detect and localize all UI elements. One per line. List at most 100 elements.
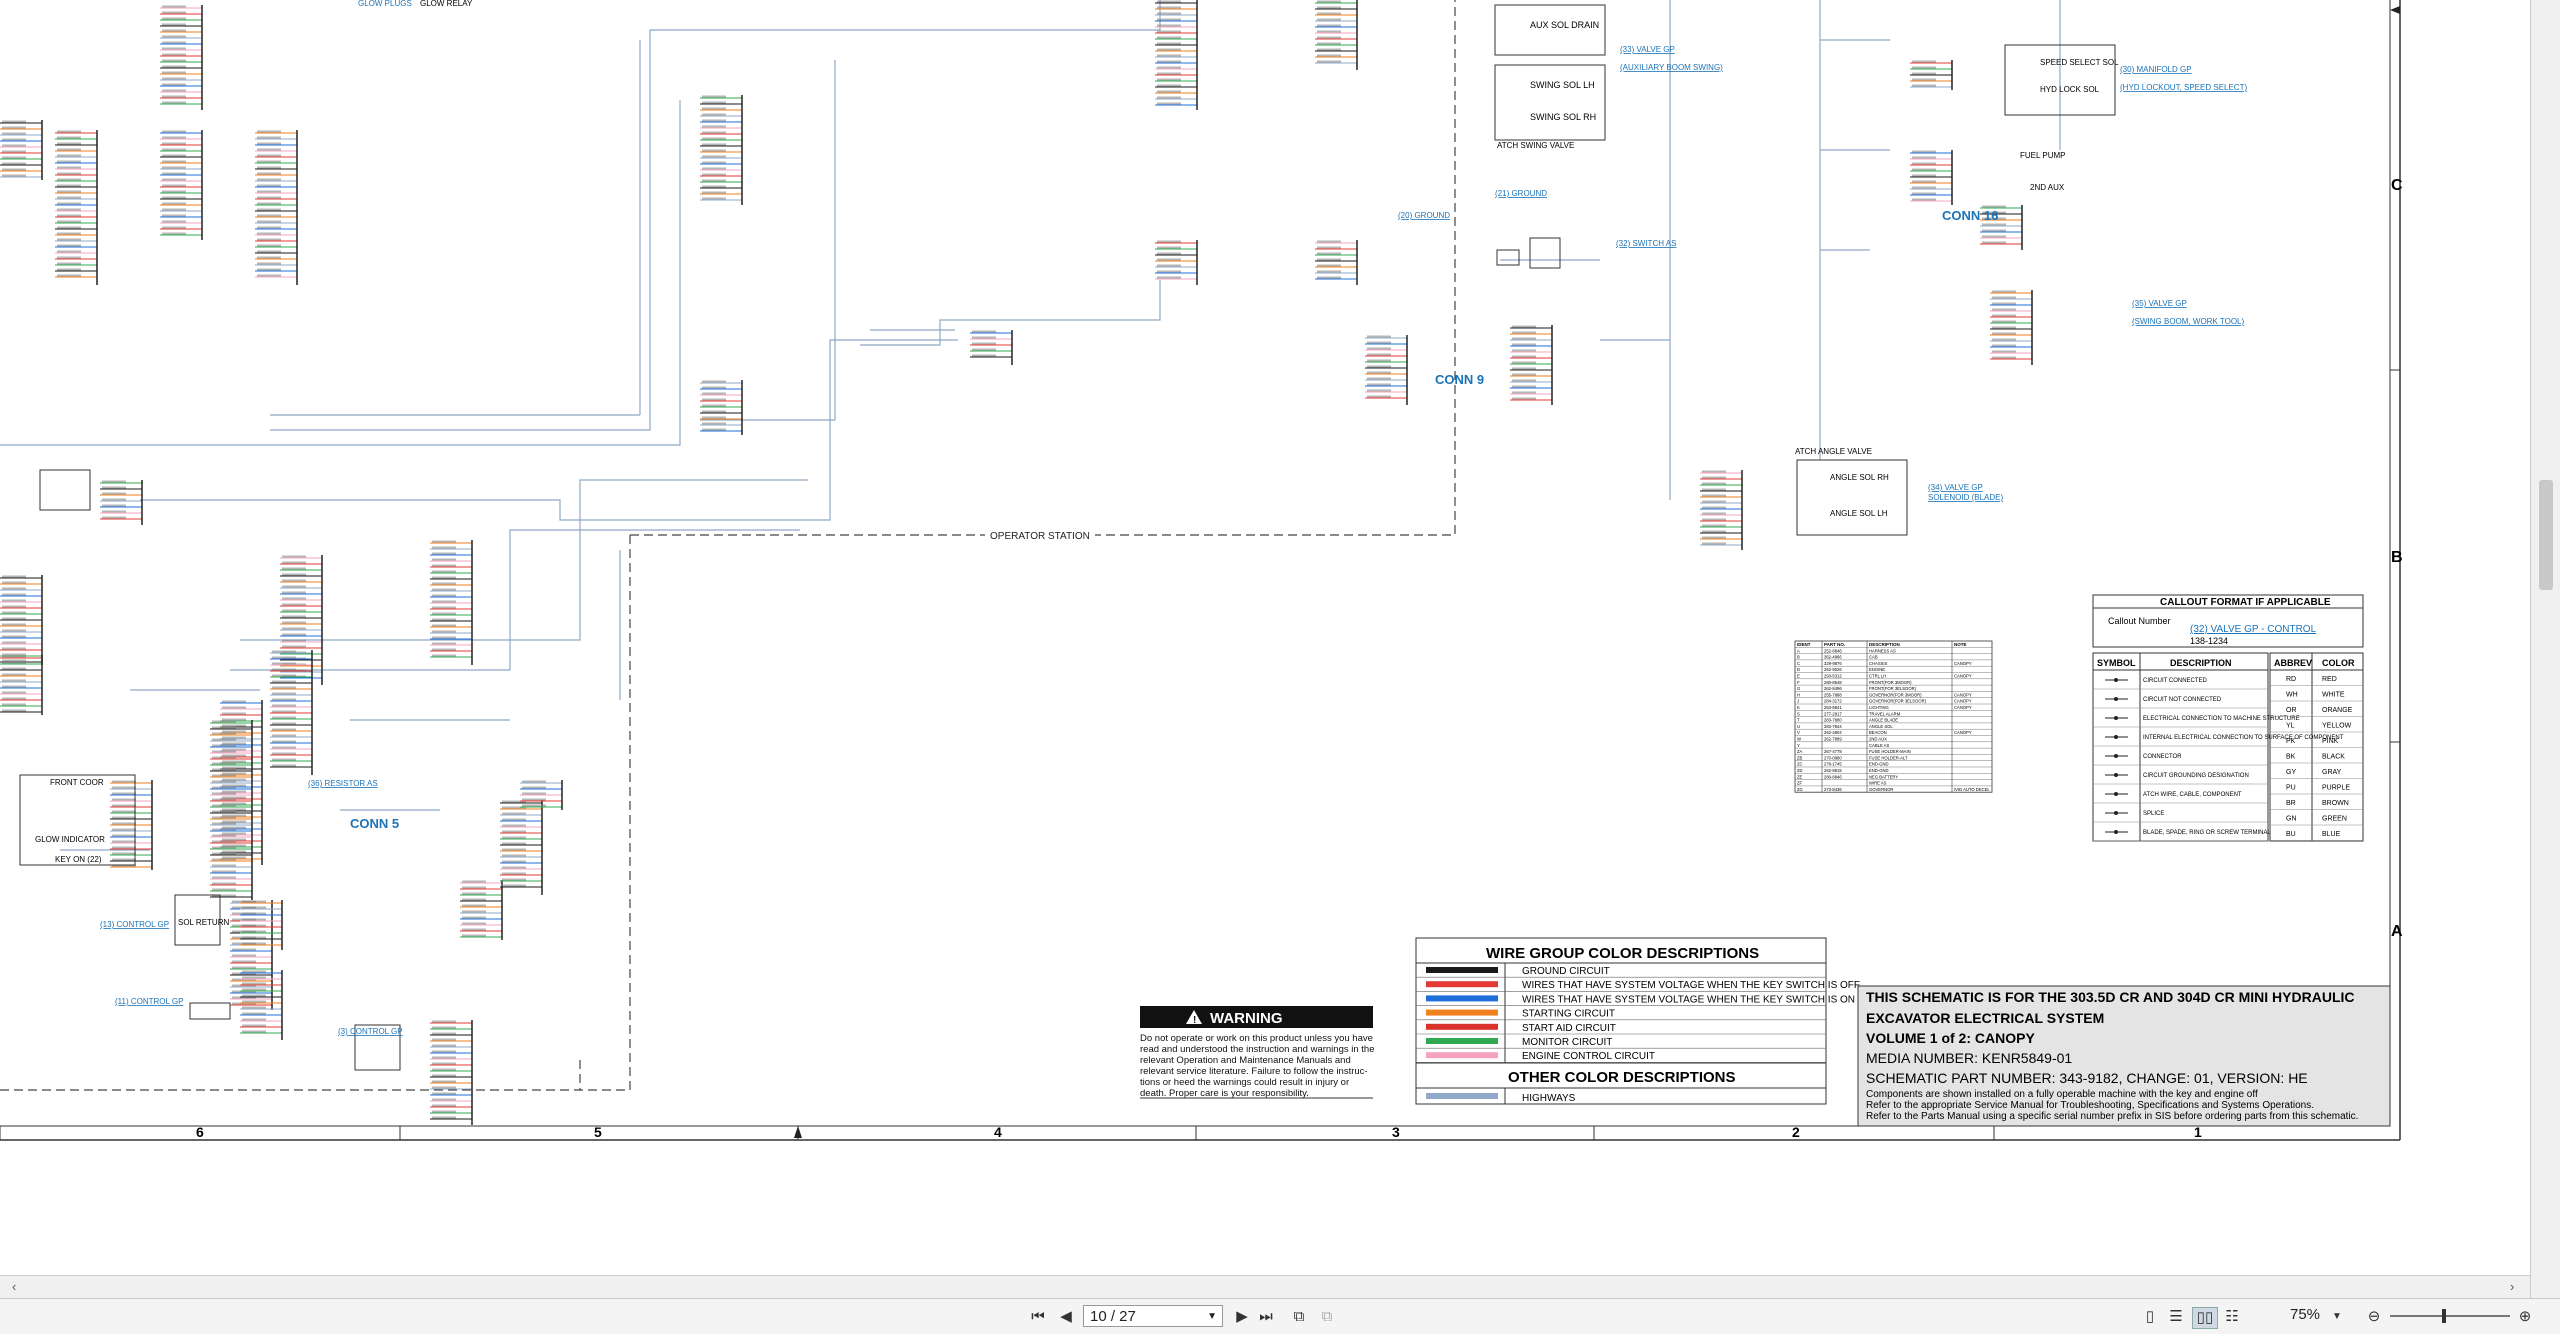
first-page-icon[interactable]: ⏮ bbox=[1028, 1307, 1048, 1327]
svg-text:(3) CONTROL GP: (3) CONTROL GP bbox=[338, 1027, 403, 1036]
facing-icon[interactable]: ▯▯ bbox=[2192, 1307, 2218, 1329]
warning-text-line: read and understood the instruction and … bbox=[1140, 1044, 1375, 1055]
zone-label: A bbox=[2391, 923, 2403, 940]
svg-text:(35) VALVE GP: (35) VALVE GP bbox=[2132, 299, 2187, 308]
page-value: 10 / 27 bbox=[1090, 1308, 1136, 1325]
symbol-description: BLADE, SPADE, RING OR SCREW TERMINAL bbox=[2143, 830, 2271, 836]
last-page-icon[interactable]: ⏭ bbox=[1256, 1307, 1276, 1327]
ident-cell: 329-9876 bbox=[1824, 661, 1842, 666]
previous-view-icon[interactable]: ⧉ bbox=[1288, 1307, 1310, 1327]
title-note1: Components are shown installed on a full… bbox=[1866, 1089, 2258, 1100]
continuous-facing-icon[interactable]: ☷ bbox=[2222, 1307, 2242, 1327]
abbrev-color: RED bbox=[2322, 676, 2337, 683]
next-page-icon[interactable]: ▶ bbox=[1232, 1307, 1252, 1327]
symbol-description: CONNECTOR bbox=[2143, 754, 2182, 760]
svg-text:(11) CONTROL GP: (11) CONTROL GP bbox=[115, 997, 183, 1006]
ident-cell: CHASSIS bbox=[1869, 661, 1888, 666]
previous-page-icon[interactable]: ◀ bbox=[1056, 1307, 1076, 1327]
key-on-label: KEY ON (22) bbox=[55, 855, 102, 864]
ident-cell: CANOPY bbox=[1954, 692, 1972, 697]
ident-cell: 273-8436 bbox=[1824, 787, 1842, 792]
ident-cell: 283-7844 bbox=[1824, 724, 1842, 729]
symbol-description: ELECTRICAL CONNECTION TO MACHINE STRUCTU… bbox=[2143, 716, 2300, 722]
vertical-scroll-thumb[interactable] bbox=[2539, 480, 2553, 590]
wire-color-swatch bbox=[1426, 1009, 1498, 1016]
wire-color-swatch bbox=[1426, 981, 1498, 988]
ident-cell: ZE bbox=[1797, 774, 1803, 779]
chevron-down-icon[interactable]: ▼ bbox=[1207, 1306, 1217, 1328]
abbrev-code: BR bbox=[2286, 800, 2296, 807]
conn9-label: CONN 9 bbox=[1435, 372, 1484, 387]
ident-cell: FRONT(FOR 3ELSOOR) bbox=[1869, 686, 1917, 691]
other-color-title: OTHER COLOR DESCRIPTIONS bbox=[1508, 1069, 1736, 1086]
wire-color-swatch bbox=[1426, 1052, 1498, 1059]
warning-text-line: death. Proper care is your responsibilit… bbox=[1140, 1088, 1309, 1099]
ident-cell: 262-2804 bbox=[1824, 730, 1842, 735]
zoom-level[interactable]: 75% bbox=[2290, 1306, 2320, 1323]
ident-cell: GOVERNOR(FOR 3ELSOOR) bbox=[1869, 699, 1927, 704]
zoom-in-icon[interactable]: ⊕ bbox=[2515, 1307, 2535, 1327]
wire-group-label: WIRES THAT HAVE SYSTEM VOLTAGE WHEN THE … bbox=[1522, 980, 1860, 991]
svg-text:(AUXILIARY BOOM SWING): (AUXILIARY BOOM SWING) bbox=[1620, 63, 1723, 72]
wire-group-label: START AID CIRCUIT bbox=[1522, 1023, 1616, 1034]
zoom-slider[interactable] bbox=[2390, 1309, 2510, 1323]
page-number-input[interactable]: 10 / 27 ▼ bbox=[1083, 1305, 1223, 1327]
ident-cell: END-GND bbox=[1869, 762, 1889, 767]
abbrev-color: WHITE bbox=[2322, 692, 2345, 699]
wire-group-label: ENGINE CONTROL CIRCUIT bbox=[1522, 1051, 1655, 1062]
title-block: THIS SCHEMATIC IS FOR THE 303.5D CR AND … bbox=[1857, 985, 2391, 1127]
ident-cell: A bbox=[1797, 648, 1800, 653]
glow-plugs-label: GLOW PLUGS bbox=[358, 0, 412, 8]
ident-cell: 267-4778 bbox=[1824, 749, 1842, 754]
ident-cell: B bbox=[1797, 655, 1800, 660]
ident-cell: 277-2917 bbox=[1824, 711, 1842, 716]
ident-cell: HARNESS AS bbox=[1869, 648, 1896, 653]
warning-text-line: relevant service literature. Failure to … bbox=[1140, 1066, 1368, 1077]
column-label: 2 bbox=[1792, 1124, 1800, 1140]
ident-cell: W bbox=[1797, 737, 1801, 742]
zoom-slider-knob[interactable] bbox=[2442, 1309, 2446, 1323]
horizontal-scrollbar[interactable]: ‹ › bbox=[0, 1275, 2530, 1298]
ident-cell: CANOPY bbox=[1954, 699, 1972, 704]
scroll-right-icon[interactable]: › bbox=[2510, 1279, 2514, 1294]
symbol-description: ATCH WIRE, CABLE, COMPONENT bbox=[2143, 792, 2242, 798]
single-page-icon[interactable]: ▯ bbox=[2140, 1307, 2160, 1327]
ident-cell: K bbox=[1797, 705, 1800, 710]
electrical-schematic: 6 5 4 3 2 1 C B A OPERATOR STATION CONN … bbox=[0, 0, 2530, 1268]
callout-title: CALLOUT FORMAT IF APPLICABLE bbox=[2160, 597, 2331, 608]
callout-example: (32) VALVE GP - CONTROL bbox=[2190, 624, 2317, 635]
warning-box: ! WARNING Do not operate or work on this… bbox=[1140, 1006, 1375, 1099]
ident-cell: Y bbox=[1797, 743, 1800, 748]
abbrev-color: BROWN bbox=[2322, 800, 2349, 807]
zoom-out-icon[interactable]: ⊖ bbox=[2364, 1307, 2384, 1327]
vertical-scrollbar[interactable] bbox=[2530, 0, 2560, 1298]
ident-cell: 262-9026 bbox=[1824, 667, 1842, 672]
ident-cell: 255-7888 bbox=[1824, 692, 1842, 697]
abbrev-code: OR bbox=[2286, 707, 2297, 714]
svg-text:(20) GROUND: (20) GROUND bbox=[1398, 211, 1450, 220]
continuous-icon[interactable]: ☰ bbox=[2166, 1307, 2186, 1327]
ident-cell: ZF bbox=[1797, 781, 1803, 786]
ident-header: IDENT bbox=[1797, 642, 1811, 647]
ident-cell: IVID AUTO DECEL bbox=[1954, 787, 1990, 792]
zoom-dropdown-icon[interactable]: ▼ bbox=[2330, 1307, 2344, 1327]
scroll-left-icon[interactable]: ‹ bbox=[12, 1279, 16, 1294]
second-aux-label: 2ND AUX bbox=[2030, 183, 2065, 192]
ident-header: DESCRIPTION bbox=[1869, 642, 1900, 647]
warning-text-line: Do not operate or work on this product u… bbox=[1140, 1033, 1373, 1044]
abbrev-code: RD bbox=[2286, 676, 2296, 683]
symbol-description: CIRCUIT NOT CONNECTED bbox=[2143, 697, 2222, 703]
svg-text:(36) RESISTOR AS: (36) RESISTOR AS bbox=[308, 779, 378, 788]
next-view-icon[interactable]: ⧉ bbox=[1316, 1307, 1338, 1327]
ident-cell: J bbox=[1797, 699, 1799, 704]
document-viewport[interactable]: 6 5 4 3 2 1 C B A OPERATOR STATION CONN … bbox=[0, 0, 2530, 1268]
ident-cell: CABLE AS bbox=[1869, 743, 1889, 748]
svg-text:(HYD LOCKOUT, SPEED SELECT): (HYD LOCKOUT, SPEED SELECT) bbox=[2120, 83, 2247, 92]
wire-color-swatch bbox=[1426, 967, 1498, 973]
warning-text-line: relevant Operation and Maintenance Manua… bbox=[1140, 1055, 1351, 1066]
ident-cell: 252-8846 bbox=[1824, 648, 1842, 653]
ident-cell: 253-8841 bbox=[1824, 705, 1842, 710]
symbol-description: CIRCUIT GROUNDING DESIGNATION bbox=[2143, 773, 2249, 779]
svg-text:(SWING BOOM, WORK TOOL): (SWING BOOM, WORK TOOL) bbox=[2132, 317, 2244, 326]
title-line3: VOLUME 1 of 2: CANOPY bbox=[1866, 1030, 2035, 1046]
